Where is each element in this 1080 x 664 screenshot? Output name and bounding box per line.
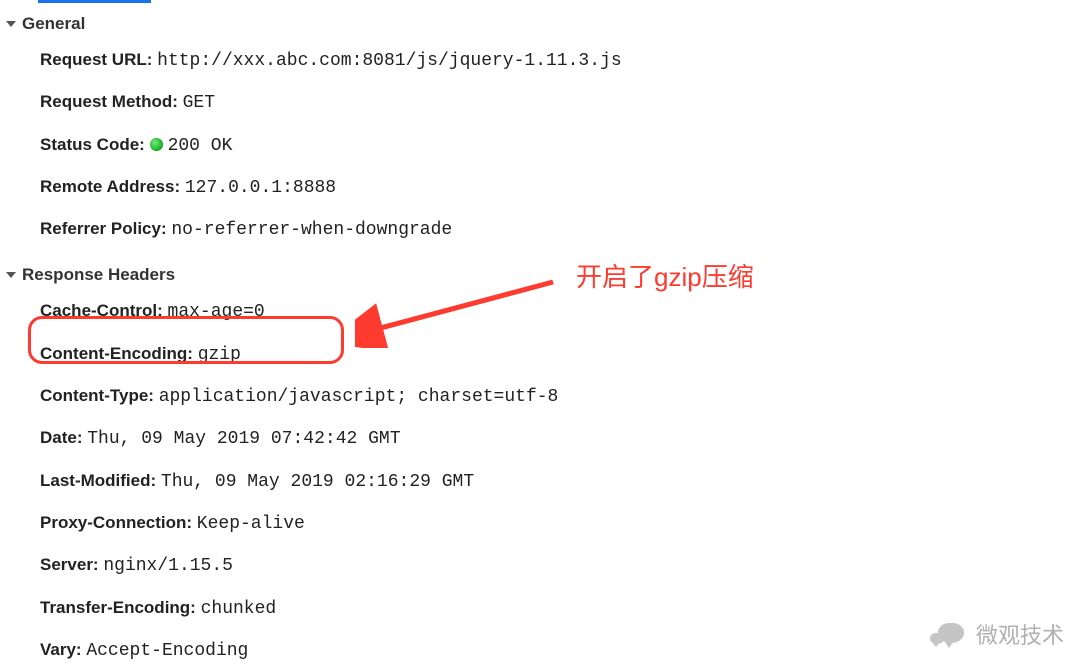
- response-headers-rows: Cache-Control: max-age=0 Content-Encodin…: [6, 291, 1074, 664]
- label-status-code: Status Code:: [40, 135, 145, 154]
- general-rows: Request URL: http://xxx.abc.com:8081/js/…: [6, 40, 1074, 251]
- section-header-general[interactable]: General: [6, 10, 1074, 40]
- value-content-encoding: gzip: [198, 345, 241, 365]
- row-status-code: Status Code: 200 OK: [40, 125, 1074, 167]
- row-date: Date: Thu, 09 May 2019 07:42:42 GMT: [40, 418, 1074, 460]
- chevron-down-icon: [6, 21, 16, 27]
- section-response-headers: Response Headers Cache-Control: max-age=…: [6, 261, 1074, 664]
- value-last-modified: Thu, 09 May 2019 02:16:29 GMT: [161, 472, 474, 492]
- row-vary: Vary: Accept-Encoding: [40, 630, 1074, 664]
- label-cache-control: Cache-Control:: [40, 301, 163, 320]
- value-status-code: 200 OK: [168, 136, 233, 156]
- row-cache-control: Cache-Control: max-age=0: [40, 291, 1074, 333]
- row-content-encoding: Content-Encoding: gzip: [40, 334, 1074, 376]
- row-transfer-encoding: Transfer-Encoding: chunked: [40, 588, 1074, 630]
- label-vary: Vary:: [40, 640, 82, 659]
- row-request-method: Request Method: GET: [40, 82, 1074, 124]
- chevron-down-icon: [6, 272, 16, 278]
- row-server: Server: nginx/1.15.5: [40, 545, 1074, 587]
- value-date: Thu, 09 May 2019 07:42:42 GMT: [87, 429, 400, 449]
- label-date: Date:: [40, 428, 83, 447]
- value-referrer-policy: no-referrer-when-downgrade: [171, 220, 452, 240]
- label-remote-address: Remote Address:: [40, 177, 180, 196]
- section-title-general: General: [22, 14, 85, 34]
- label-request-method: Request Method:: [40, 92, 178, 111]
- label-content-type: Content-Type:: [40, 386, 154, 405]
- label-transfer-encoding: Transfer-Encoding:: [40, 598, 196, 617]
- value-vary: Accept-Encoding: [86, 641, 248, 661]
- value-server: nginx/1.15.5: [103, 556, 233, 576]
- value-remote-address: 127.0.0.1:8888: [185, 178, 336, 198]
- value-transfer-encoding: chunked: [201, 599, 277, 619]
- row-remote-address: Remote Address: 127.0.0.1:8888: [40, 167, 1074, 209]
- label-content-encoding: Content-Encoding:: [40, 344, 193, 363]
- label-proxy-connection: Proxy-Connection:: [40, 513, 192, 532]
- section-title-response-headers: Response Headers: [22, 265, 175, 285]
- value-proxy-connection: Keep-alive: [197, 514, 305, 534]
- label-last-modified: Last-Modified:: [40, 471, 156, 490]
- value-request-method: GET: [183, 93, 215, 113]
- value-content-type: application/javascript; charset=utf-8: [159, 387, 559, 407]
- value-cache-control: max-age=0: [168, 302, 265, 322]
- label-request-url: Request URL:: [40, 50, 152, 69]
- section-general: General Request URL: http://xxx.abc.com:…: [6, 10, 1074, 251]
- status-dot-icon: [150, 138, 163, 151]
- row-last-modified: Last-Modified: Thu, 09 May 2019 02:16:29…: [40, 461, 1074, 503]
- row-proxy-connection: Proxy-Connection: Keep-alive: [40, 503, 1074, 545]
- row-content-type: Content-Type: application/javascript; ch…: [40, 376, 1074, 418]
- label-referrer-policy: Referrer Policy:: [40, 219, 167, 238]
- section-header-response-headers[interactable]: Response Headers: [6, 261, 1074, 291]
- row-referrer-policy: Referrer Policy: no-referrer-when-downgr…: [40, 209, 1074, 251]
- value-request-url: http://xxx.abc.com:8081/js/jquery-1.11.3…: [157, 51, 621, 71]
- row-request-url: Request URL: http://xxx.abc.com:8081/js/…: [40, 40, 1074, 82]
- headers-panel: General Request URL: http://xxx.abc.com:…: [0, 0, 1080, 664]
- label-server: Server:: [40, 555, 99, 574]
